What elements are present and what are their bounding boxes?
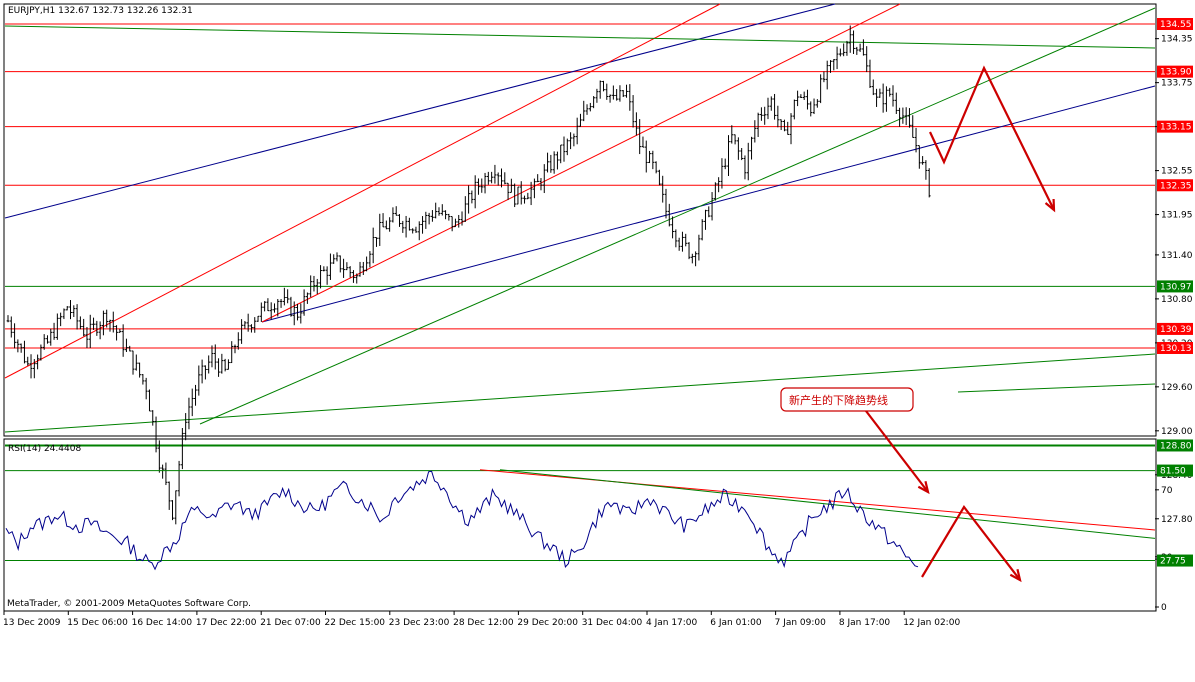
copyright-label: MetaTrader, © 2001-2009 MetaQuotes Softw… (7, 599, 251, 609)
x-tick-label-6: 23 Dec 23:00 (389, 618, 450, 628)
annotation-text: 新产生的下降趋势线 (789, 393, 888, 407)
price-tag-label-7: 128.80 (1160, 441, 1192, 451)
y-tick-label-8: 129.60 (1161, 383, 1193, 393)
rsi-tag-label-1: 27.75 (1160, 557, 1186, 567)
x-tick-label-3: 17 Dec 22:00 (196, 618, 257, 628)
rsi-plot-frame (3, 438, 1157, 612)
y-tick-label-0: 134.35 (1161, 35, 1193, 45)
price-tag-label-2: 133.15 (1160, 123, 1192, 133)
x-tick-label-12: 7 Jan 09:00 (775, 618, 827, 628)
x-tick-label-13: 8 Jan 17:00 (839, 618, 891, 628)
eurjpy-chart[interactable]: 134.35 133.75 133.15 132.55 131.95 131.40 130.… (0, 0, 1195, 682)
price-tags: 134.55 133.90 133.15 132.35 130.97 130.39 130.… (1157, 18, 1193, 567)
x-tick-label-10: 4 Jan 17:00 (646, 618, 698, 628)
rsi-tag-label-0: 81.50 (1160, 467, 1186, 477)
x-tick-label-7: 28 Dec 12:00 (453, 618, 514, 628)
rsi-tick-label-0: 70 (1161, 486, 1173, 496)
y-tick-label-11: 127.80 (1161, 515, 1193, 525)
price-tag-label-1: 133.90 (1160, 68, 1192, 78)
y-tick-label-5: 131.40 (1161, 251, 1193, 261)
rsi-title: RSI(14) 24.4408 (8, 444, 81, 454)
rsi-tick-label-2: 0 (1161, 603, 1167, 613)
y-tick-label-6: 130.80 (1161, 295, 1193, 305)
price-tag-label-5: 130.39 (1160, 325, 1192, 335)
x-tick-label-9: 31 Dec 04:00 (582, 618, 643, 628)
x-tick-label-8: 29 Dec 20:00 (517, 618, 578, 628)
x-tick-label-5: 22 Dec 15:00 (325, 618, 386, 628)
x-tick-label-11: 6 Jan 01:00 (710, 618, 762, 628)
price-tag-label-0: 134.55 (1160, 20, 1192, 30)
y-tick-label-4: 131.95 (1161, 211, 1193, 221)
y-tick-label-3: 132.55 (1161, 167, 1193, 177)
x-tick-label-14: 12 Jan 02:00 (903, 618, 960, 628)
x-tick-label-4: 21 Dec 07:00 (260, 618, 321, 628)
main-title: EURJPY,H1 132.67 132.73 132.26 132.31 (8, 6, 193, 16)
x-tick-label-0: 13 Dec 2009 (3, 618, 61, 628)
x-tick-label-1: 15 Dec 06:00 (67, 618, 128, 628)
price-tag-label-4: 130.97 (1160, 282, 1192, 292)
price-tag-label-6: 130.13 (1160, 344, 1192, 354)
y-tick-label-9: 129.00 (1161, 427, 1193, 437)
price-tag-label-3: 132.35 (1160, 181, 1192, 191)
x-tick-label-2: 16 Dec 14:00 (132, 618, 193, 628)
y-tick-label-1: 133.75 (1161, 79, 1193, 89)
time-axis: 13 Dec 2009 15 Dec 06:00 16 Dec 14:00 17 De… (3, 611, 960, 628)
